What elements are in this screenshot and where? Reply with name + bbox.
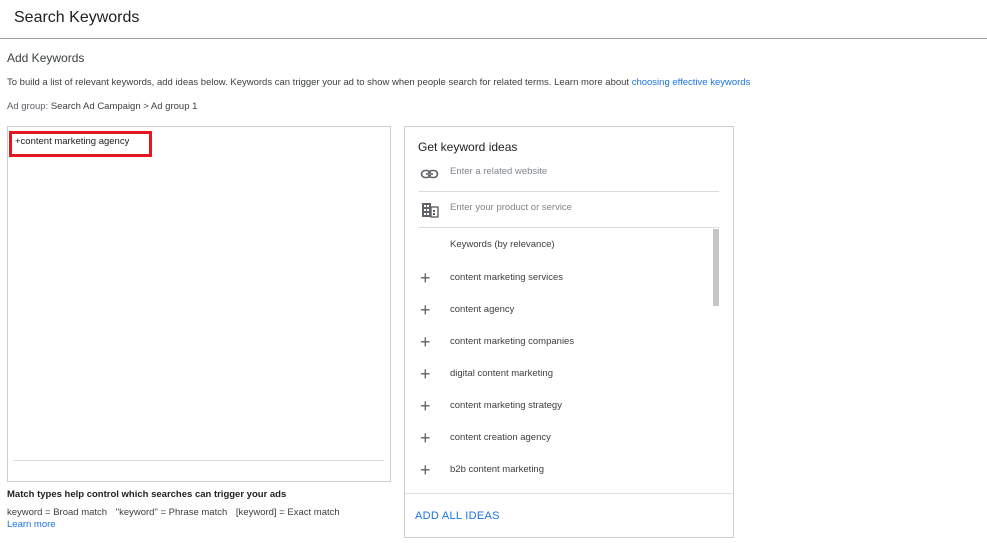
section-title: Add Keywords: [7, 51, 85, 65]
broad-match-text: keyword = Broad match: [7, 507, 108, 518]
keywords-textarea[interactable]: +content marketing agency: [7, 126, 391, 482]
keyword-ideas-title: Get keyword ideas: [418, 140, 518, 154]
building-icon: [420, 202, 440, 218]
add-all-ideas-button[interactable]: ADD ALL IDEAS: [415, 510, 500, 522]
keyword-idea-row[interactable]: + content creation agency: [418, 427, 708, 449]
keyword-idea-row[interactable]: + content marketing services: [418, 267, 708, 289]
keyword-entry-highlighted[interactable]: +content marketing agency: [9, 131, 152, 157]
add-icon[interactable]: +: [420, 301, 431, 319]
keyword-idea-row[interactable]: + content agency: [418, 299, 708, 321]
keyword-ideas-panel: Get keyword ideas Enter a related websit…: [404, 126, 734, 538]
website-placeholder: Enter a related website: [450, 166, 548, 177]
learn-more-link[interactable]: Learn more: [7, 519, 56, 530]
website-field[interactable]: Enter a related website: [418, 156, 719, 192]
panel-footer-divider: [405, 493, 733, 494]
ad-group-value: Search Ad Campaign > Ad group 1: [50, 101, 198, 112]
keyword-idea-row[interactable]: + digital content marketing: [418, 363, 708, 385]
keyword-idea-label: digital content marketing: [450, 368, 553, 379]
product-placeholder: Enter your product or service: [450, 202, 572, 213]
keyword-idea-row[interactable]: + b2b content marketing: [418, 459, 708, 481]
keyword-idea-label: content marketing companies: [450, 336, 575, 347]
ad-group-breadcrumb: Ad group: Search Ad Campaign > Ad group …: [7, 101, 197, 112]
match-types-title: Match types help control which searches …: [7, 489, 287, 500]
product-field[interactable]: Enter your product or service: [418, 192, 719, 228]
description-text: To build a list of relevant keywords, ad…: [7, 77, 632, 88]
exact-match-text: [keyword] = Exact match: [235, 507, 340, 518]
add-icon[interactable]: +: [420, 461, 431, 479]
keyword-idea-label: b2b content marketing: [450, 464, 545, 475]
link-icon: [420, 166, 440, 182]
phrase-match-text: "keyword" = Phrase match: [115, 507, 228, 518]
ideas-scrollbar[interactable]: [713, 229, 719, 306]
add-icon[interactable]: +: [420, 429, 431, 447]
add-icon[interactable]: +: [420, 333, 431, 351]
section-description: To build a list of relevant keywords, ad…: [7, 77, 750, 88]
add-icon[interactable]: +: [420, 365, 431, 383]
page-title: Search Keywords: [14, 9, 140, 26]
match-types-legend: keyword = Broad match "keyword" = Phrase…: [7, 507, 346, 518]
keyword-idea-label: content agency: [450, 304, 515, 315]
keyword-idea-row[interactable]: + content marketing strategy: [418, 395, 708, 417]
keyword-idea-row[interactable]: + content marketing companies: [418, 331, 708, 353]
keyword-idea-label: content marketing strategy: [450, 400, 562, 411]
add-icon[interactable]: +: [420, 397, 431, 415]
ad-group-label: Ad group:: [7, 101, 51, 112]
keywords-list-header: Keywords (by relevance): [450, 239, 555, 250]
page-header: Search Keywords: [0, 0, 987, 39]
keyword-idea-label: content marketing services: [450, 272, 563, 283]
choosing-keywords-link[interactable]: choosing effective keywords: [632, 77, 751, 88]
keyword-idea-label: content creation agency: [450, 432, 551, 443]
add-icon[interactable]: +: [420, 269, 431, 287]
editor-divider: [14, 460, 384, 461]
